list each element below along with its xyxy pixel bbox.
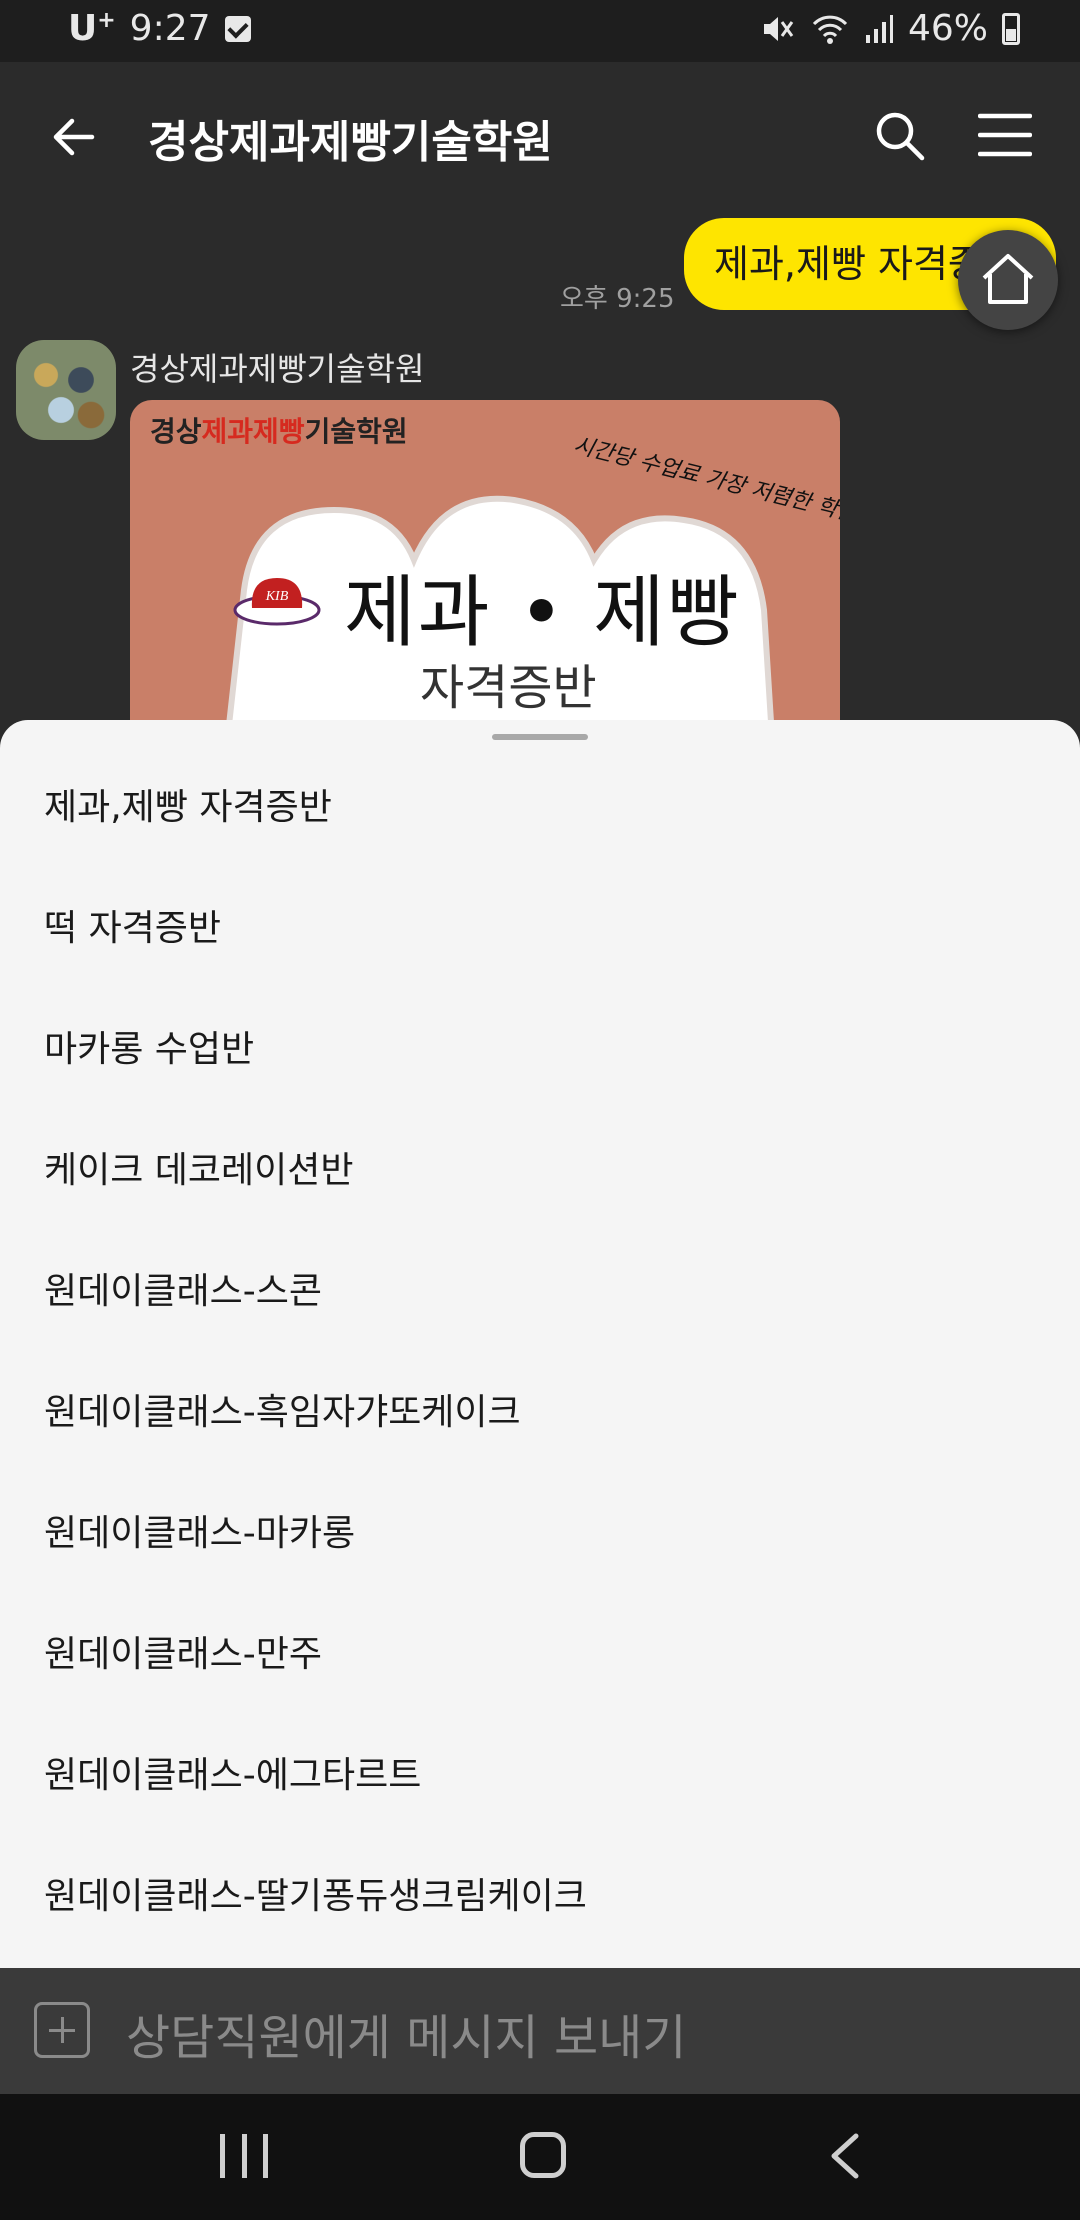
list-item[interactable]: 원데이클래스-스콘: [44, 1252, 322, 1332]
promo-main-title: 제과 • 제빵: [344, 568, 741, 658]
back-arrow-icon[interactable]: [48, 112, 98, 162]
wifi-icon: [812, 15, 848, 44]
plus-icon[interactable]: [34, 2002, 90, 2058]
sender-avatar[interactable]: [16, 340, 116, 440]
promo-brand: 경상제과제빵기술학원: [150, 415, 408, 448]
home-button[interactable]: [958, 230, 1058, 330]
back-nav-icon[interactable]: [826, 2132, 866, 2180]
clock: 9:27: [129, 8, 211, 49]
sheet-drag-handle[interactable]: [492, 734, 588, 740]
home-icon: [982, 254, 1034, 304]
message-input-bar: 상담직원에게 메시지 보내기: [0, 1968, 1080, 2094]
system-nav-bar: [0, 2094, 1080, 2220]
list-item[interactable]: 원데이클래스-만주: [44, 1615, 322, 1695]
mute-icon: [763, 16, 794, 41]
hamburger-menu-icon[interactable]: [978, 112, 1032, 158]
recents-icon[interactable]: [220, 2134, 268, 2178]
status-right: 46%: [760, 8, 1020, 49]
carrier-label: U+: [68, 8, 116, 49]
sender-name: 경상제과제빵기술학원: [130, 350, 425, 388]
message-time: 오후 9:25: [560, 284, 675, 314]
list-item[interactable]: 케이크 데코레이션반: [44, 1131, 354, 1211]
list-item[interactable]: 마카롱 수업반: [44, 1010, 254, 1090]
status-bar: U+ 9:27 46%: [0, 0, 1080, 62]
quick-reply-sheet: 제과,제빵 자격증반 떡 자격증반 마카롱 수업반 케이크 데코레이션반 원데이…: [0, 720, 1080, 1968]
kib-logo: KIB: [233, 578, 321, 626]
svg-text:KIB: KIB: [265, 589, 289, 604]
status-left: U+ 9:27: [68, 8, 251, 49]
chat-title: 경상제과제빵기술학원: [148, 117, 553, 168]
list-item[interactable]: 원데이클래스-마카롱: [44, 1494, 355, 1574]
battery-icon: [1002, 12, 1020, 45]
promo-image-card[interactable]: 경상제과제빵기술학원 시간당 수업료 가장 저렴한 학원!! KIB 제과 • …: [130, 400, 840, 740]
notification-check-icon: [224, 15, 251, 42]
list-item[interactable]: 떡 자격증반: [44, 889, 221, 969]
app-bar: 경상제과제빵기술학원: [0, 62, 1080, 212]
search-icon[interactable]: [874, 110, 926, 162]
battery-percent: 46%: [907, 8, 988, 49]
list-item[interactable]: 원데이클래스-흑임자갸또케이크: [44, 1373, 521, 1453]
signal-icon: [865, 14, 893, 43]
list-item[interactable]: 원데이클래스-에그타르트: [44, 1736, 421, 1816]
list-item[interactable]: 제과,제빵 자격증반: [44, 768, 332, 848]
promo-subtitle: 자격증반: [420, 660, 597, 716]
message-input[interactable]: 상담직원에게 메시지 보내기: [126, 1998, 686, 2068]
list-item[interactable]: 원데이클래스-딸기퐁듀생크림케이크: [44, 1857, 587, 1937]
home-nav-icon[interactable]: [520, 2132, 566, 2178]
